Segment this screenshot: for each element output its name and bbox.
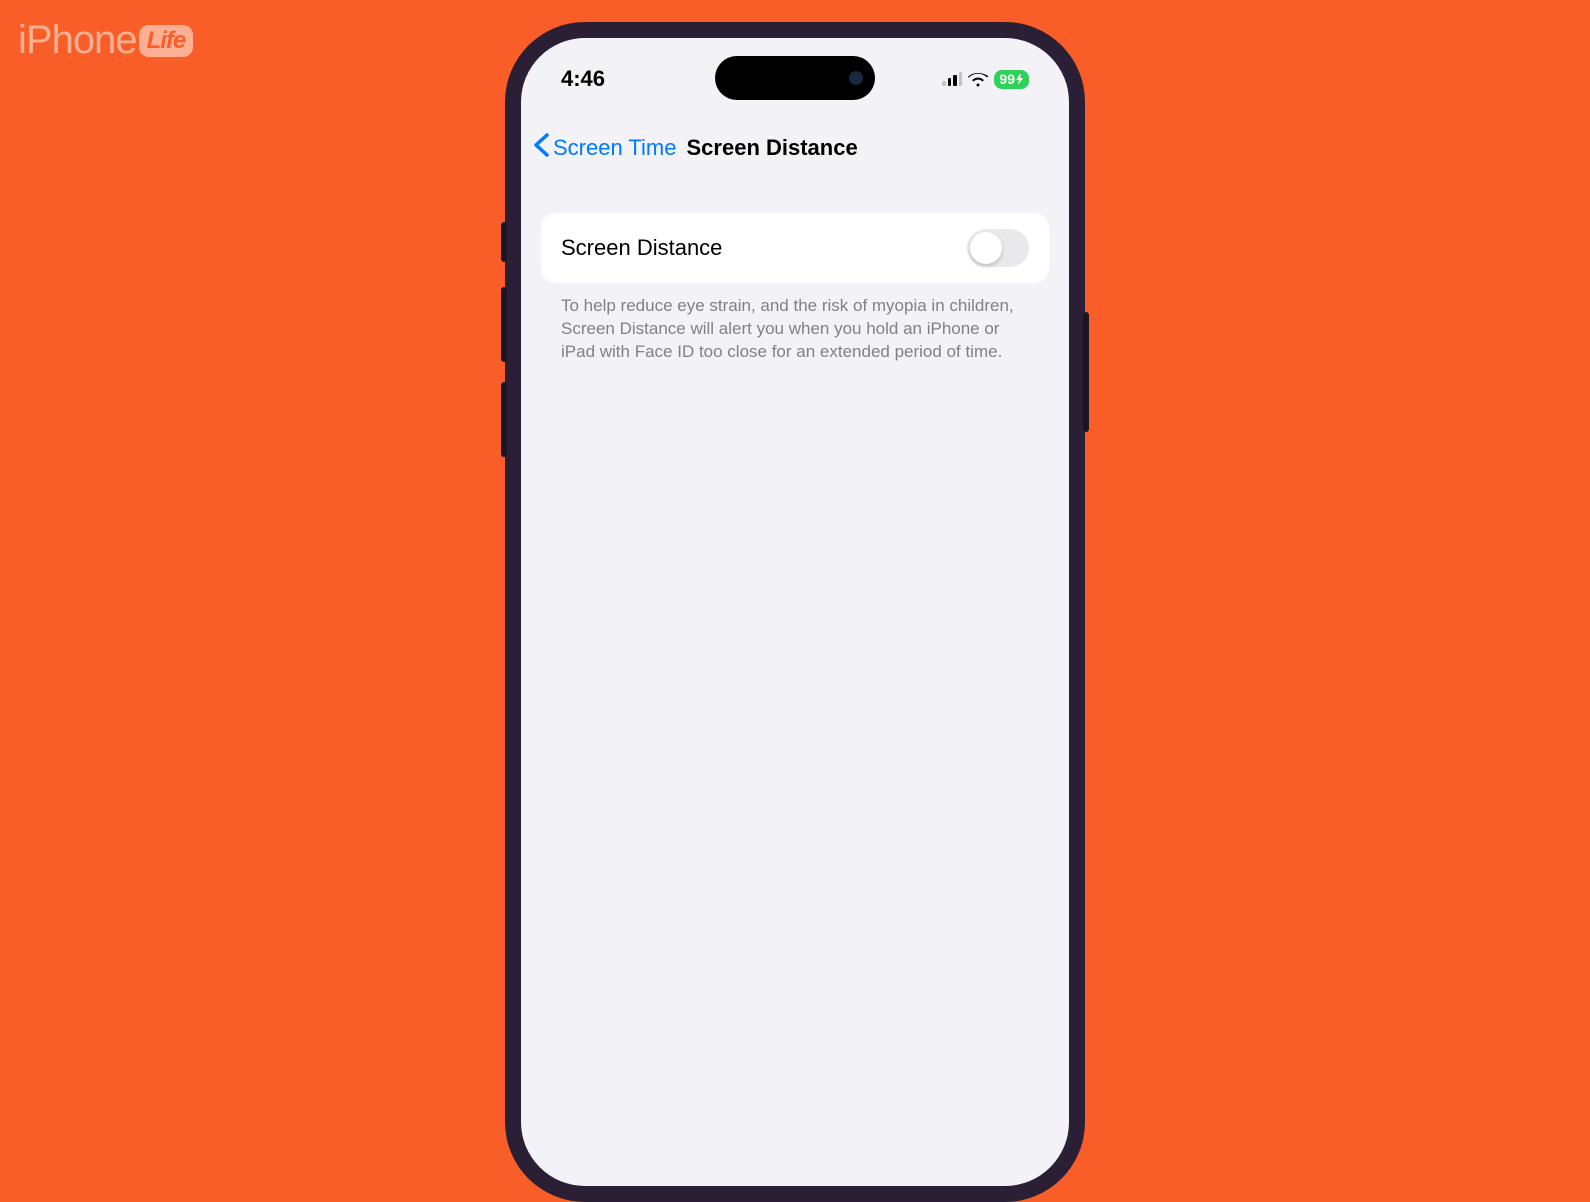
setting-label: Screen Distance xyxy=(561,235,722,261)
watermark-logo: iPhone Life xyxy=(18,18,193,63)
screen-distance-toggle[interactable] xyxy=(967,229,1029,267)
cellular-icon xyxy=(942,72,962,86)
screen-distance-row: Screen Distance xyxy=(541,213,1049,283)
watermark-badge: Life xyxy=(139,25,194,57)
back-button[interactable]: Screen Time xyxy=(553,135,677,161)
toggle-knob xyxy=(970,232,1002,264)
setting-description: To help reduce eye strain, and the risk … xyxy=(541,283,1049,364)
status-time: 4:46 xyxy=(561,66,605,92)
battery-icon: 99 xyxy=(994,70,1029,89)
back-chevron-icon[interactable] xyxy=(533,133,549,163)
status-right: 99 xyxy=(942,70,1029,89)
settings-content: Screen Distance To help reduce eye strai… xyxy=(521,193,1069,384)
watermark-brand: iPhone xyxy=(18,18,137,63)
phone-side-button xyxy=(501,222,507,262)
dynamic-island xyxy=(715,56,875,100)
battery-percent: 99 xyxy=(999,71,1015,87)
phone-volume-up-button xyxy=(501,287,507,362)
page-title: Screen Distance xyxy=(687,135,858,161)
phone-power-button xyxy=(1083,312,1089,432)
wifi-icon xyxy=(968,72,988,87)
nav-bar: Screen Time Screen Distance xyxy=(521,123,1069,173)
phone-volume-down-button xyxy=(501,382,507,457)
phone-screen: 4:46 99 Screen T xyxy=(521,38,1069,1186)
phone-frame: 4:46 99 Screen T xyxy=(505,22,1085,1202)
